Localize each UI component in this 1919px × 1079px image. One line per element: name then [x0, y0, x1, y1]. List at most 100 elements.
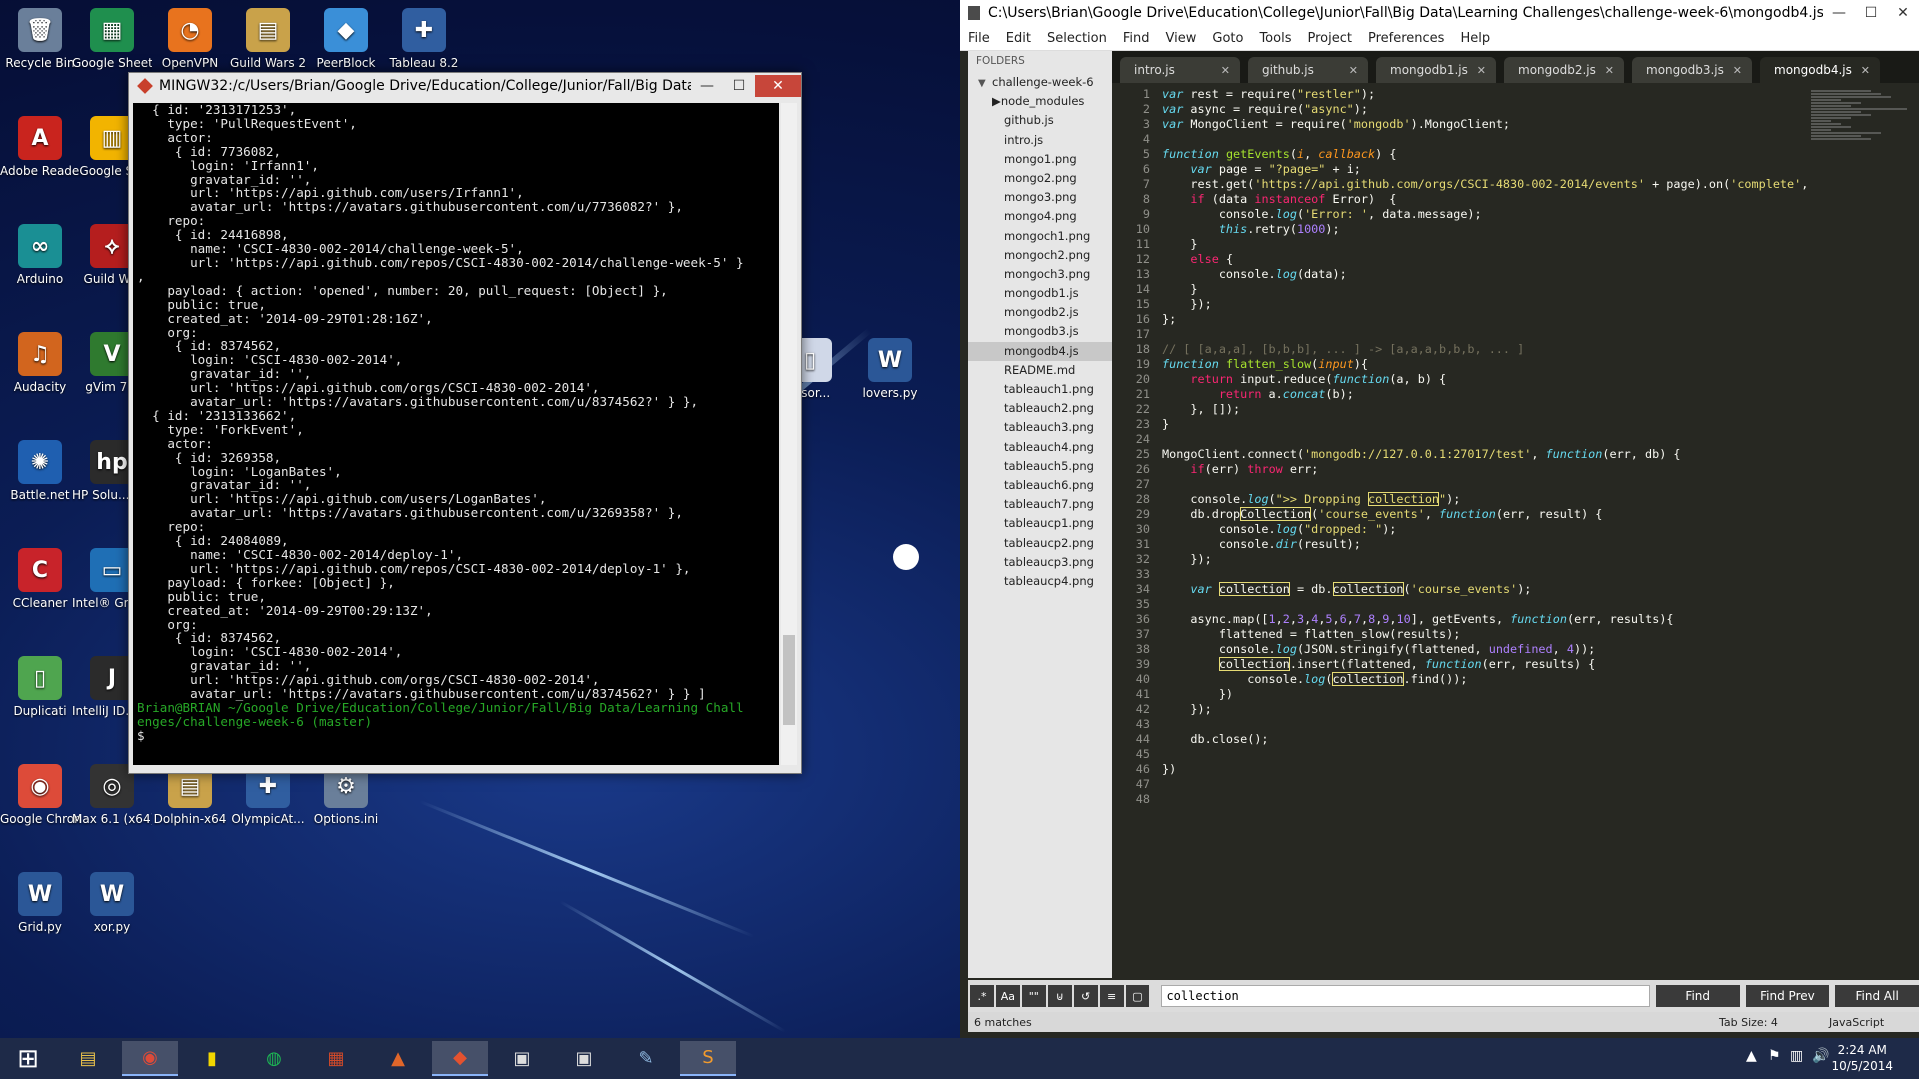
desktop-icon[interactable]: ◆ PeerBlock — [306, 8, 386, 70]
file-item[interactable]: mongoch1.png — [968, 227, 1112, 246]
case-sensitive-toggle[interactable]: Aa — [995, 985, 1020, 1007]
menu-item[interactable]: Help — [1452, 31, 1498, 46]
file-item[interactable]: tableaucp4.png — [968, 572, 1112, 591]
find-button[interactable]: Find — [1655, 985, 1740, 1007]
taskbar-git[interactable]: ◆ — [432, 1041, 488, 1076]
file-item[interactable]: tableaucp3.png — [968, 553, 1112, 572]
minimap[interactable] — [1811, 89, 1911, 169]
terminal-scrollbar[interactable] — [781, 103, 797, 765]
desktop-icon[interactable]: ♫ Audacity — [0, 332, 80, 394]
menu-item[interactable]: Edit — [998, 31, 1039, 46]
taskbar-window-b[interactable]: ▣ — [556, 1041, 612, 1076]
editor-tab[interactable]: github.js ✕ — [1248, 57, 1368, 83]
close-button[interactable]: ✕ — [1887, 2, 1919, 24]
file-item[interactable]: intro.js — [968, 131, 1112, 150]
find-prev-button[interactable]: Find Prev — [1745, 985, 1830, 1007]
editor-tab[interactable]: mongodb1.js ✕ — [1376, 57, 1496, 83]
find-all-button[interactable]: Find All — [1835, 985, 1919, 1007]
desktop-icon[interactable]: ✚ Tableau 8.2 — [384, 8, 464, 70]
desktop-icon[interactable]: ◉ Google Chrome — [0, 764, 80, 826]
code-editor[interactable]: 1 2 3 4 5 6 7 8 9 10 11 12 13 14 15 16 17 18 19 20 21 22 23 24 2… — [1112, 83, 1919, 950]
menu-item[interactable]: Preferences — [1360, 31, 1452, 46]
folder-root[interactable]: ▼ challenge-week-6 — [968, 73, 1112, 92]
editor-tab[interactable]: intro.js ✕ — [1120, 57, 1240, 83]
desktop-icon[interactable]: Wlovers.py — [850, 338, 930, 400]
desktop-icon[interactable]: Wxor.py — [72, 872, 152, 934]
file-item[interactable]: mongo1.png — [968, 150, 1112, 169]
file-item[interactable]: mongodb1.js — [968, 284, 1112, 303]
taskbar-sticky-notes[interactable]: ▮ — [184, 1041, 240, 1076]
file-item[interactable]: tableauch4.png — [968, 438, 1112, 457]
file-item[interactable]: tableaucp1.png — [968, 514, 1112, 533]
desktop-icon[interactable]: ▤ Guild Wars 2 — [228, 8, 308, 70]
tray-icon[interactable]: 🔊 — [1812, 1048, 1829, 1064]
file-item[interactable]: tableauch7.png — [968, 495, 1112, 514]
taskbar-window-a[interactable]: ▣ — [494, 1041, 550, 1076]
wrap-toggle[interactable]: ⊍ — [1047, 985, 1072, 1007]
desktop-icon[interactable]: ▯ Duplicati — [0, 656, 80, 718]
file-item[interactable]: mongodb2.js — [968, 303, 1112, 322]
terminal-titlebar[interactable]: MINGW32:/c/Users/Brian/Google Drive/Educ… — [129, 73, 801, 99]
desktop-icon[interactable]: A Adobe Reader XI — [0, 116, 80, 178]
taskbar-file-explorer[interactable]: ▤ — [60, 1041, 116, 1076]
file-item[interactable]: tableauch2.png — [968, 399, 1112, 418]
tray-icon[interactable]: ▲ — [1746, 1048, 1757, 1064]
file-item[interactable]: github.js — [968, 111, 1112, 130]
file-item[interactable]: mongo3.png — [968, 188, 1112, 207]
tray-icon[interactable]: ⚑ — [1768, 1048, 1781, 1064]
menu-item[interactable]: Project — [1299, 31, 1359, 46]
close-icon[interactable]: ✕ — [1477, 64, 1486, 77]
menu-item[interactable]: File — [960, 31, 998, 46]
sublime-window[interactable]: C:\Users\Brian\Google Drive\Education\Co… — [960, 0, 1919, 1038]
file-item[interactable]: mongodb3.js — [968, 322, 1112, 341]
close-icon[interactable]: ✕ — [1861, 64, 1870, 77]
desktop-icon[interactable]: C CCleaner — [0, 548, 80, 610]
menu-item[interactable]: Find — [1115, 31, 1158, 46]
menu-item[interactable]: Selection — [1039, 31, 1115, 46]
file-item[interactable]: tableauch5.png — [968, 457, 1112, 476]
close-icon[interactable]: ✕ — [1733, 64, 1742, 77]
maximize-button[interactable]: ☐ — [723, 75, 755, 97]
desktop-icon[interactable]: W Grid.py — [0, 872, 80, 934]
whole-word-toggle[interactable]: "" — [1021, 985, 1046, 1007]
tray-icon[interactable]: ▥ — [1790, 1048, 1803, 1064]
taskbar-media[interactable]: ▦ — [308, 1041, 364, 1076]
file-item[interactable]: tableauch6.png — [968, 476, 1112, 495]
terminal-output-area[interactable]: { id: '2313171253', type: 'PullRequestEv… — [133, 103, 779, 765]
clock[interactable]: 2:24 AM 10/5/2014 — [1831, 1042, 1893, 1074]
terminal-cursor-line[interactable]: $ — [133, 728, 779, 743]
file-item[interactable]: tableauch1.png — [968, 380, 1112, 399]
desktop-icon[interactable]: 🗑 Recycle Bin — [0, 8, 80, 70]
minimize-button[interactable]: — — [691, 75, 723, 97]
editor-tab[interactable]: mongodb4.js ✕ — [1760, 57, 1880, 83]
regex-toggle[interactable]: .* — [970, 985, 994, 1007]
editor-tab[interactable]: mongodb2.js ✕ — [1504, 57, 1624, 83]
file-item[interactable]: mongo2.png — [968, 169, 1112, 188]
find-input[interactable]: collection — [1161, 985, 1650, 1007]
minimize-button[interactable]: — — [1823, 2, 1855, 24]
close-icon[interactable]: ✕ — [1349, 64, 1358, 77]
close-button[interactable]: ✕ — [755, 75, 801, 97]
maximize-button[interactable]: ☐ — [1855, 2, 1887, 24]
desktop-icon[interactable]: ▦ Google Sheets — [72, 8, 152, 70]
taskbar-sublime[interactable]: S — [680, 1041, 736, 1076]
syntax-mode[interactable]: JavaScript — [1829, 1016, 1919, 1029]
file-item[interactable]: tableauch3.png — [968, 418, 1112, 437]
menu-item[interactable]: Goto — [1204, 31, 1251, 46]
sublime-titlebar[interactable]: C:\Users\Brian\Google Drive\Education\Co… — [960, 0, 1919, 26]
taskbar-matlab[interactable]: ▲ — [370, 1041, 426, 1076]
code-content[interactable]: var rest = require("restler"); var async… — [1162, 87, 1809, 792]
file-item[interactable]: README.md — [968, 361, 1112, 380]
close-icon[interactable]: ✕ — [1221, 64, 1230, 77]
scrollbar-thumb[interactable] — [783, 635, 795, 725]
file-item[interactable]: mongoch2.png — [968, 246, 1112, 265]
taskbar-spotify[interactable]: ◍ — [246, 1041, 302, 1076]
start-button[interactable]: ⊞ — [0, 1041, 56, 1076]
menu-item[interactable]: Tools — [1251, 31, 1299, 46]
terminal-window[interactable]: MINGW32:/c/Users/Brian/Google Drive/Educ… — [128, 72, 802, 774]
highlight-matches-toggle[interactable]: ≡ — [1099, 985, 1124, 1007]
show-context-toggle[interactable]: ▢ — [1125, 985, 1150, 1007]
menu-item[interactable]: View — [1158, 31, 1205, 46]
taskbar-chrome[interactable]: ◉ — [122, 1041, 178, 1076]
taskbar-tool[interactable]: ✎ — [618, 1041, 674, 1076]
